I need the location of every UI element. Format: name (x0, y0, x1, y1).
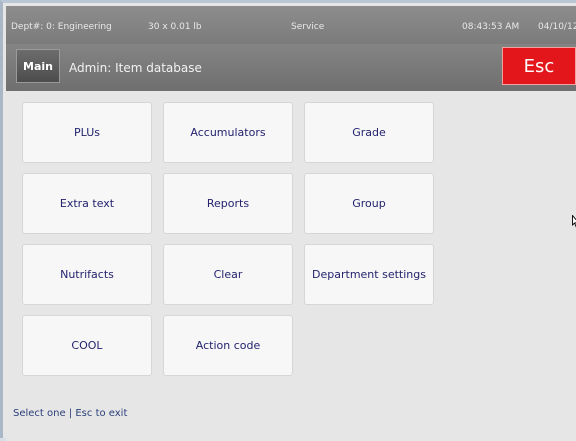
tile-label: Reports (206, 197, 250, 210)
group-tile[interactable]: Group (304, 173, 434, 234)
grade-tile[interactable]: Grade (304, 102, 434, 163)
extra-text-tile[interactable]: Extra text (22, 173, 152, 234)
page-title: Admin: Item database (69, 61, 202, 75)
weight-status: 30 x 0.01 lb (148, 22, 202, 32)
title-bar: Main Admin: Item database Esc (6, 44, 576, 91)
mode-status: Service (291, 22, 325, 32)
tile-label: Group (352, 197, 386, 210)
plus-tile[interactable]: PLUs (22, 102, 152, 163)
tile-label: PLUs (74, 126, 100, 139)
tile-label: COOL (71, 339, 103, 352)
tile-label: Nutrifacts (60, 268, 114, 281)
nutrifacts-tile[interactable]: Nutrifacts (22, 244, 152, 305)
tile-label: Accumulators (190, 126, 266, 139)
app-window: Dept#: 0: Engineering 30 x 0.01 lb Servi… (0, 0, 576, 441)
time-status: 08:43:53 AM (462, 22, 520, 32)
tile-label: Department settings (312, 268, 426, 281)
mouse-cursor-icon (572, 215, 576, 228)
department-settings-tile[interactable]: Department settings (304, 244, 434, 305)
date-status: 04/10/12 (538, 22, 576, 32)
action-code-tile[interactable]: Action code (163, 315, 293, 376)
tile-label: Grade (352, 126, 386, 139)
tile-label: Clear (213, 268, 243, 281)
reports-tile[interactable]: Reports (163, 173, 293, 234)
cool-tile[interactable]: COOL (22, 315, 152, 376)
main-button[interactable]: Main (16, 49, 60, 83)
status-bar: Dept#: 0: Engineering 30 x 0.01 lb Servi… (6, 6, 576, 44)
tile-label: Extra text (59, 197, 115, 210)
tile-label: Action code (195, 339, 261, 352)
footer-hint: Select one | Esc to exit (13, 408, 128, 419)
accumulators-tile[interactable]: Accumulators (163, 102, 293, 163)
esc-button[interactable]: Esc (502, 47, 576, 85)
clear-tile[interactable]: Clear (163, 244, 293, 305)
department-status: Dept#: 0: Engineering (11, 22, 112, 32)
